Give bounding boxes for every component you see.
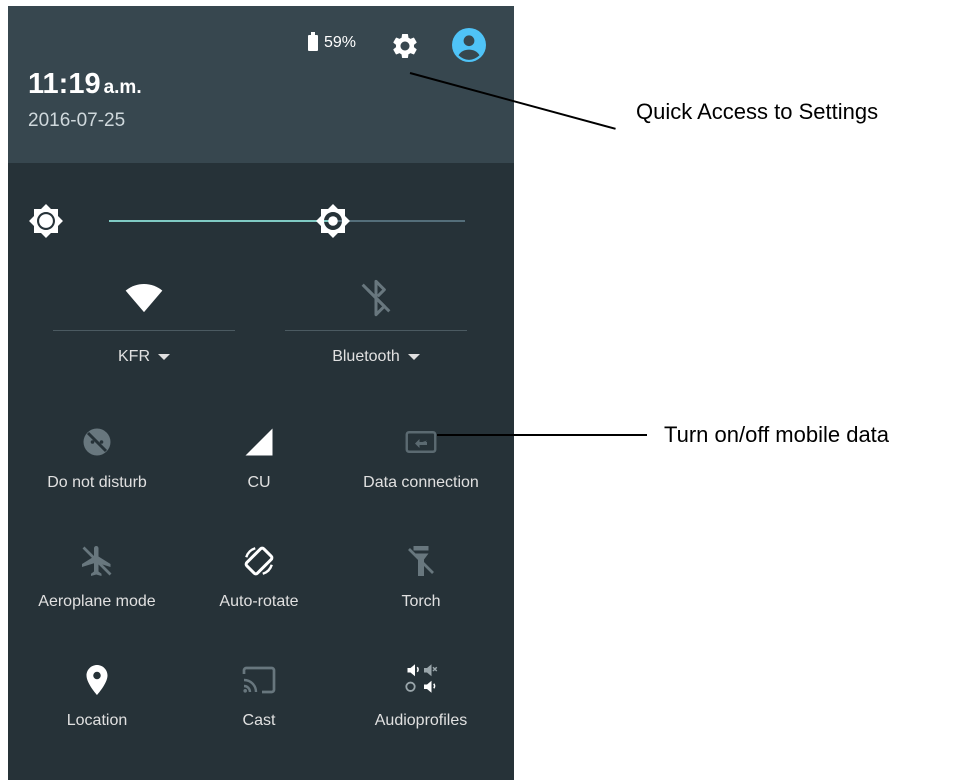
tile-torch[interactable]: Torch [336,543,506,633]
tile-label: Torch [401,593,441,610]
wifi-network-name: KFR [118,348,150,365]
battery-percent: 59% [324,34,357,51]
location-icon[interactable] [79,662,115,698]
status-header: 11:19 a.m. 2016-07-25 59% [8,6,514,163]
clock[interactable]: 11:19 a.m. [28,68,142,101]
audio-profiles-icon[interactable] [403,662,439,698]
tile-label: Data connection [363,474,479,491]
brightness-slider[interactable] [109,220,465,222]
tile-label: Audioprofiles [374,712,468,729]
battery-status[interactable]: 59% [308,32,357,52]
mobile-data-callout-text: Turn on/off mobile data [664,422,890,447]
bluetooth-tile[interactable]: Bluetooth [285,278,467,388]
tile-data-connection[interactable]: Data connection [336,424,506,514]
wifi-icon[interactable] [124,278,164,318]
mobile-data-callout-line [437,434,647,436]
do-not-disturb-icon[interactable] [79,424,115,460]
wifi-tile-divider [53,330,235,331]
gear-icon[interactable] [390,31,420,61]
battery-icon [308,32,318,51]
auto-rotate-icon[interactable] [241,543,277,579]
bluetooth-off-icon[interactable] [356,278,396,318]
brightness-slider-thumb[interactable] [315,203,351,239]
wifi-tile[interactable]: KFR [53,278,235,388]
brightness-slider-fill [109,220,334,222]
torch-icon[interactable] [403,543,439,579]
signal-icon[interactable] [241,424,277,460]
clock-ampm: a.m. [103,77,142,98]
bluetooth-tile-divider [285,330,467,331]
wifi-tile-label-row[interactable]: KFR [53,348,235,366]
tile-audio-profiles[interactable]: Audioprofiles [336,662,506,752]
tile-do-not-disturb[interactable]: Do not disturb [12,424,182,514]
bluetooth-label: Bluetooth [332,348,400,365]
bluetooth-tile-label-row[interactable]: Bluetooth [285,348,467,366]
brightness-slider-row [8,196,514,246]
data-connection-icon[interactable] [403,424,439,460]
clock-time: 11:19 [28,68,101,100]
date-label[interactable]: 2016-07-25 [28,110,125,132]
cast-icon[interactable] [241,662,277,698]
tile-aeroplane-mode[interactable]: Aeroplane mode [12,543,182,633]
chevron-down-icon [407,353,420,360]
tile-cast[interactable]: Cast [174,662,344,752]
account-circle-icon[interactable] [452,28,486,62]
chevron-down-icon [158,353,170,360]
brightness-icon [29,204,63,238]
quick-settings-panel: 11:19 a.m. 2016-07-25 59% KFR Bluetooth … [8,6,514,780]
airplane-icon[interactable] [79,543,115,579]
tile-auto-rotate[interactable]: Auto-rotate [174,543,344,633]
settings-callout-text: Quick Access to Settings [636,99,879,124]
tile-signal[interactable]: CU [174,424,344,514]
tile-location[interactable]: Location [12,662,182,752]
